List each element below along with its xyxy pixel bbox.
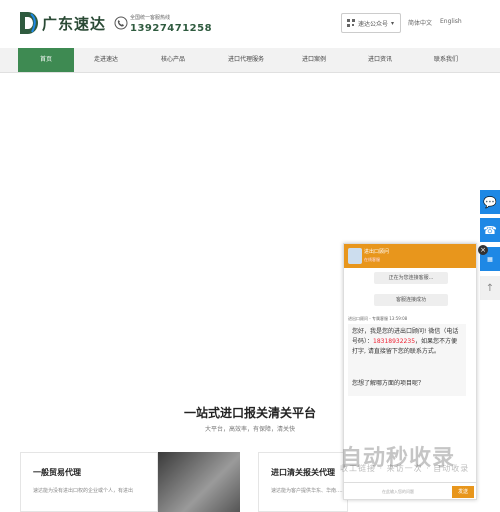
card-text: 速达能为客户提供华东、华南…… [271,488,347,494]
phone-icon [114,16,128,30]
chevron-down-icon: ▾ [391,19,395,27]
phone-label: 全国统一客服热线 [130,15,171,21]
card-title: 进口清关报关代理 [271,468,335,477]
wechat-button[interactable]: 速达公众号 ▾ [341,13,401,33]
card-image [158,452,240,512]
brand-logo-icon[interactable] [18,10,40,36]
service-card-general-trade[interactable]: 一般贸易代理 速达能为没有进出口权的企业或个人，有进出 [20,452,158,512]
chat-send-button[interactable]: 发送 [452,486,474,498]
watermark-subtitle: 收工链接 · 来访一次 · 自动收录 [340,464,470,473]
nav-item-home[interactable]: 首页 [18,48,74,72]
chat-bubble-icon: 💬 [483,195,497,209]
nav-item-about[interactable]: 走进速达 [78,48,134,72]
side-chat-button[interactable]: 💬 [480,190,500,214]
nav-item-contact[interactable]: 联系我们 [418,48,474,72]
nav-item-products[interactable]: 核心产品 [145,48,201,72]
chat-phone-link[interactable]: 18318932235 [373,338,415,345]
chat-question: 您想了解哪方面的项目呢？ [352,380,425,387]
nav-item-import-services[interactable]: 进口代理服务 [218,48,274,72]
chat-header[interactable]: 进出口顾问 在线客服 [344,244,476,268]
card-title: 一般贸易代理 [33,468,81,477]
main-nav: 首页 走进速达 核心产品 进口代理服务 进口案例 进口资讯 联系我们 [0,48,500,73]
side-phone-button[interactable]: ☎ [480,218,500,242]
chat-system-note: 客服连接成功 [374,294,448,306]
chat-input-placeholder[interactable]: 在此输入您的问题 [382,489,414,495]
brand-name[interactable]: 广东速达 [42,13,106,34]
nav-item-news[interactable]: 进口资讯 [352,48,408,72]
site-header: 广东速达 全国统一客服热线 13927471258 速达公众号 ▾ 简体中文 E… [0,0,500,48]
agent-status: 在线客服 [364,257,380,262]
phone-number: 13927471258 [130,23,213,34]
chat-system-note: 正在为您连接客服... [374,272,448,284]
chat-message-meta: 进出口顾问 - 专属客服 13:59:08 [348,316,408,321]
arrow-up-icon: ↑ [485,282,495,294]
wechat-label: 速达公众号 [358,20,389,28]
nav-item-cases[interactable]: 进口案例 [286,48,342,72]
lang-cn-link[interactable]: 简体中文 [408,18,432,27]
qrcode-icon: ▦ [487,255,493,263]
close-icon[interactable]: × [478,245,488,255]
agent-name: 进出口顾问 [364,249,390,255]
lang-en-link[interactable]: English [440,18,462,25]
qrcode-icon [347,19,355,27]
card-text: 速达能为没有进出口权的企业或个人，有进出 [33,488,134,494]
chat-input-bar[interactable]: 在此输入您的问题 发送 [344,482,476,500]
phone-icon: ☎ [483,223,497,237]
service-card-customs[interactable]: 进口清关报关代理 速达能为客户提供华东、华南…… [258,452,348,512]
agent-avatar [348,248,362,264]
back-to-top-button[interactable]: ↑ [480,276,500,300]
